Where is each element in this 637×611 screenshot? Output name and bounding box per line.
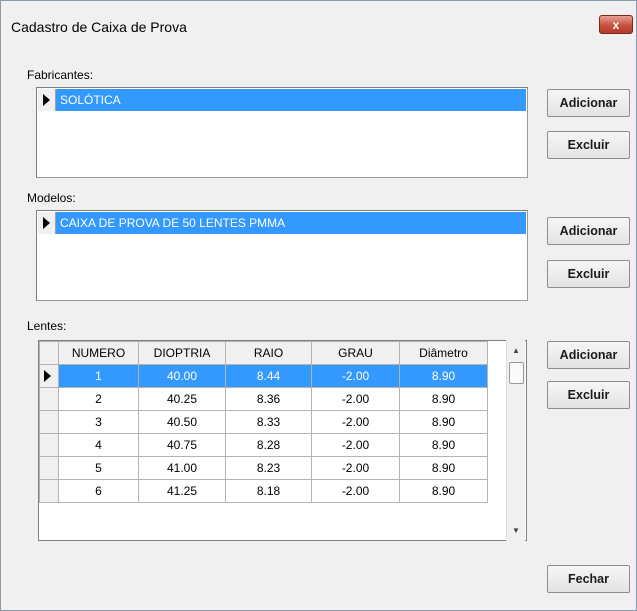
table-cell[interactable]: -2.00 <box>311 479 400 503</box>
table-cell[interactable]: 8.33 <box>225 410 312 434</box>
row-pointer-icon <box>43 217 50 229</box>
list-item-label: CAIXA DE PROVA DE 50 LENTES PMMA <box>60 216 286 230</box>
table-cell[interactable]: -2.00 <box>311 433 400 457</box>
lentes-add-button[interactable]: Adicionar <box>547 341 630 369</box>
row-indicator <box>39 456 59 480</box>
table-header-row: NUMERO DIOPTRIA RAIO GRAU Diâmetro <box>39 341 488 365</box>
row-indicator <box>38 212 56 234</box>
lentes-label: Lentes: <box>27 319 67 333</box>
table-cell[interactable]: 41.25 <box>138 479 226 503</box>
modelos-list[interactable]: CAIXA DE PROVA DE 50 LENTES PMMA <box>36 210 528 301</box>
table-cell[interactable]: 8.18 <box>225 479 312 503</box>
column-header-diametro[interactable]: Diâmetro <box>399 341 488 365</box>
fechar-button[interactable]: Fechar <box>547 565 630 593</box>
row-pointer-icon <box>43 94 50 106</box>
table-cell[interactable]: 8.23 <box>225 456 312 480</box>
fabricantes-list[interactable]: SOLÓTICA <box>36 87 528 178</box>
table-row[interactable]: 6 41.25 8.18 -2.00 8.90 <box>39 479 488 503</box>
table-cell[interactable]: 8.90 <box>399 433 488 457</box>
table-cell[interactable]: 8.90 <box>399 479 488 503</box>
table-cell[interactable]: 8.90 <box>399 364 488 388</box>
lentes-table: NUMERO DIOPTRIA RAIO GRAU Diâmetro 1 40.… <box>39 341 488 503</box>
table-cell[interactable]: -2.00 <box>311 364 400 388</box>
dialog-window: Cadastro de Caixa de Prova x Fabricantes… <box>0 0 637 611</box>
list-item[interactable]: SOLÓTICA <box>38 89 526 111</box>
table-cell[interactable]: 2 <box>58 387 139 411</box>
table-cell[interactable]: -2.00 <box>311 410 400 434</box>
table-cell[interactable]: 8.90 <box>399 456 488 480</box>
row-indicator <box>39 387 59 411</box>
column-header-numero[interactable]: NUMERO <box>58 341 139 365</box>
modelos-add-button[interactable]: Adicionar <box>547 217 630 245</box>
table-cell[interactable]: 8.90 <box>399 387 488 411</box>
table-cell[interactable]: 40.00 <box>138 364 226 388</box>
table-cell[interactable]: 6 <box>58 479 139 503</box>
close-icon[interactable]: x <box>599 15 633 34</box>
table-cell[interactable]: 8.28 <box>225 433 312 457</box>
table-cell[interactable]: 41.00 <box>138 456 226 480</box>
table-cell[interactable]: 40.25 <box>138 387 226 411</box>
table-cell[interactable]: 3 <box>58 410 139 434</box>
window-title: Cadastro de Caixa de Prova <box>11 19 187 35</box>
title-bar[interactable]: Cadastro de Caixa de Prova x <box>1 1 636 45</box>
lentes-grid[interactable]: NUMERO DIOPTRIA RAIO GRAU Diâmetro 1 40.… <box>38 340 527 541</box>
table-cell[interactable]: 8.36 <box>225 387 312 411</box>
table-cell[interactable]: 1 <box>58 364 139 388</box>
fabricantes-delete-button[interactable]: Excluir <box>547 131 630 159</box>
row-indicator <box>39 433 59 457</box>
table-cell[interactable]: 4 <box>58 433 139 457</box>
table-row[interactable]: 3 40.50 8.33 -2.00 8.90 <box>39 410 488 434</box>
table-cell[interactable]: 40.75 <box>138 433 226 457</box>
row-indicator <box>39 479 59 503</box>
list-item[interactable]: CAIXA DE PROVA DE 50 LENTES PMMA <box>38 212 526 234</box>
column-header-dioptria[interactable]: DIOPTRIA <box>138 341 226 365</box>
modelos-delete-button[interactable]: Excluir <box>547 260 630 288</box>
table-row[interactable]: 2 40.25 8.36 -2.00 8.90 <box>39 387 488 411</box>
table-cell[interactable]: -2.00 <box>311 456 400 480</box>
table-cell[interactable]: 8.90 <box>399 410 488 434</box>
table-cell[interactable]: -2.00 <box>311 387 400 411</box>
column-header-grau[interactable]: GRAU <box>311 341 400 365</box>
row-indicator <box>39 364 59 388</box>
table-cell[interactable]: 5 <box>58 456 139 480</box>
column-header-raio[interactable]: RAIO <box>225 341 312 365</box>
table-row[interactable]: 1 40.00 8.44 -2.00 8.90 <box>39 364 488 388</box>
row-pointer-icon <box>44 370 51 382</box>
fabricantes-label: Fabricantes: <box>27 68 94 82</box>
table-cell[interactable]: 40.50 <box>138 410 226 434</box>
list-item-label: SOLÓTICA <box>60 93 121 107</box>
table-row[interactable]: 4 40.75 8.28 -2.00 8.90 <box>39 433 488 457</box>
scroll-thumb[interactable] <box>509 362 524 384</box>
scroll-up-icon[interactable]: ▲ <box>507 342 525 359</box>
row-indicator <box>38 89 56 111</box>
row-indicator <box>39 410 59 434</box>
header-corner <box>39 341 59 365</box>
lentes-scrollbar[interactable]: ▲ ▼ <box>506 340 525 541</box>
lentes-delete-button[interactable]: Excluir <box>547 381 630 409</box>
table-cell[interactable]: 8.44 <box>225 364 312 388</box>
modelos-label: Modelos: <box>27 191 76 205</box>
scroll-down-icon[interactable]: ▼ <box>507 522 525 539</box>
table-row[interactable]: 5 41.00 8.23 -2.00 8.90 <box>39 456 488 480</box>
fabricantes-add-button[interactable]: Adicionar <box>547 89 630 117</box>
